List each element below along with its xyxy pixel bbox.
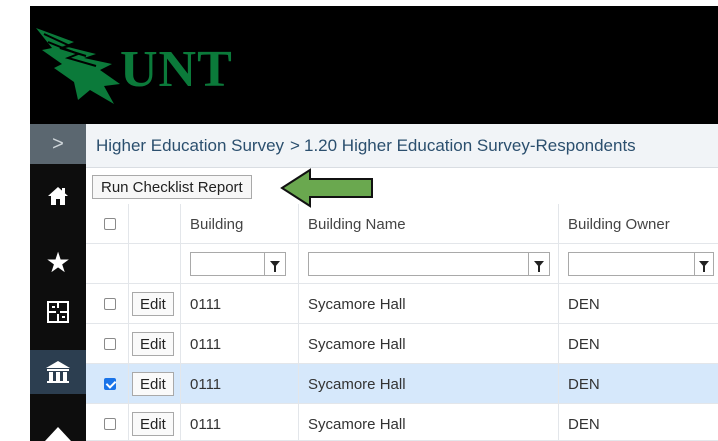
home-icon: [48, 187, 68, 205]
building-name-filter-input[interactable]: [308, 252, 528, 276]
nav-item-floorplan[interactable]: [30, 292, 86, 332]
table-row[interactable]: Edit 0111 Sycamore Hall DEN: [86, 324, 718, 364]
edit-button[interactable]: Edit: [132, 412, 174, 436]
breadcrumb-parent[interactable]: Higher Education Survey: [96, 136, 284, 156]
edit-button[interactable]: Edit: [132, 372, 174, 396]
logo-text: UNT: [120, 41, 233, 98]
building-name-cell: Sycamore Hall: [308, 415, 406, 433]
column-divider: [128, 404, 129, 441]
edit-button[interactable]: Edit: [132, 292, 174, 316]
nav-expand-button[interactable]: >: [30, 124, 86, 164]
grid-header-row: Building Building Name Building Owner: [86, 204, 718, 244]
column-divider: [180, 244, 181, 284]
breadcrumb-current: 1.20 Higher Education Survey-Respondents: [303, 135, 636, 155]
column-divider: [128, 284, 129, 324]
building-owner-cell: DEN: [568, 335, 600, 353]
building-name-filter: [308, 244, 550, 284]
column-divider: [298, 284, 299, 324]
column-divider: [558, 204, 559, 244]
column-divider: [298, 244, 299, 284]
nav-item-buildings[interactable]: [30, 350, 86, 394]
building-owner-filter: [568, 244, 714, 284]
star-icon: ★: [45, 246, 71, 278]
floorplan-icon: [47, 301, 69, 323]
column-divider: [558, 364, 559, 404]
building-owner-cell: DEN: [568, 375, 600, 393]
eagle-logo-icon: [36, 28, 120, 104]
column-divider: [558, 324, 559, 364]
column-divider: [180, 284, 181, 324]
nav-item-campus[interactable]: [30, 408, 86, 441]
column-divider: [298, 404, 299, 441]
building-name-filter-button[interactable]: [528, 252, 550, 276]
column-divider: [180, 364, 181, 404]
building-owner-cell: DEN: [568, 295, 600, 313]
row-checkbox[interactable]: [104, 338, 116, 350]
column-divider: [298, 204, 299, 244]
building-cell: 0111: [190, 415, 222, 433]
column-divider: [558, 244, 559, 284]
nav-item-favorites[interactable]: ★: [30, 242, 86, 282]
unt-logo[interactable]: UNT: [34, 20, 244, 110]
column-divider: [180, 204, 181, 244]
building-filter-input[interactable]: [190, 252, 264, 276]
breadcrumb: Higher Education Survey > 1.20 Higher Ed…: [86, 124, 718, 168]
filter-icon: [270, 261, 280, 272]
select-all-checkbox[interactable]: [104, 218, 116, 230]
chevron-right-icon: >: [52, 132, 64, 155]
main-content: Higher Education Survey > 1.20 Higher Ed…: [86, 124, 718, 441]
column-divider: [128, 364, 129, 404]
building-name-cell: Sycamore Hall: [308, 335, 406, 353]
building-owner-filter-input[interactable]: [568, 252, 694, 276]
building-owner-cell: DEN: [568, 415, 600, 433]
table-row-selected[interactable]: Edit 0111 Sycamore Hall DEN: [86, 364, 718, 404]
row-checkbox[interactable]: [104, 418, 116, 430]
table-row[interactable]: Edit 0111 Sycamore Hall DEN: [86, 404, 718, 441]
edit-button[interactable]: Edit: [132, 332, 174, 356]
row-checkbox[interactable]: [104, 298, 116, 310]
column-header-building[interactable]: Building: [190, 204, 243, 244]
column-divider: [128, 204, 129, 244]
column-divider: [128, 244, 129, 284]
column-header-building-name[interactable]: Building Name: [308, 204, 406, 244]
column-divider: [128, 324, 129, 364]
column-divider: [298, 324, 299, 364]
building-filter: [190, 244, 286, 284]
filter-icon: [534, 261, 544, 272]
filter-icon: [699, 261, 709, 272]
building-filter-button[interactable]: [264, 252, 286, 276]
toolbar: Run Checklist Report: [86, 168, 718, 208]
left-nav: > ★: [30, 124, 86, 441]
column-header-building-owner[interactable]: Building Owner: [568, 204, 670, 244]
building-icon: [46, 361, 70, 383]
run-checklist-report-button[interactable]: Run Checklist Report: [92, 175, 252, 199]
app-header: UNT: [30, 6, 718, 124]
column-divider: [558, 284, 559, 324]
building-name-cell: Sycamore Hall: [308, 295, 406, 313]
arrow-left-icon: [280, 168, 373, 208]
column-divider: [298, 364, 299, 404]
campus-icon: [45, 427, 71, 441]
nav-item-home[interactable]: [30, 176, 86, 216]
column-divider: [180, 404, 181, 441]
column-divider: [558, 404, 559, 441]
building-cell: 0111: [190, 295, 222, 313]
building-cell: 0111: [190, 335, 222, 353]
table-row[interactable]: Edit 0111 Sycamore Hall DEN: [86, 284, 718, 324]
row-checkbox-checked[interactable]: [104, 378, 116, 390]
building-name-cell: Sycamore Hall: [308, 375, 406, 393]
breadcrumb-separator: >: [290, 135, 300, 155]
app-window: UNT > ★ Higher Education Survey > 1.20 H…: [0, 0, 718, 441]
building-owner-filter-button[interactable]: [694, 252, 714, 276]
column-divider: [180, 324, 181, 364]
building-cell: 0111: [190, 375, 222, 393]
grid-filter-row: [86, 244, 718, 284]
select-all-cell: [104, 204, 116, 244]
